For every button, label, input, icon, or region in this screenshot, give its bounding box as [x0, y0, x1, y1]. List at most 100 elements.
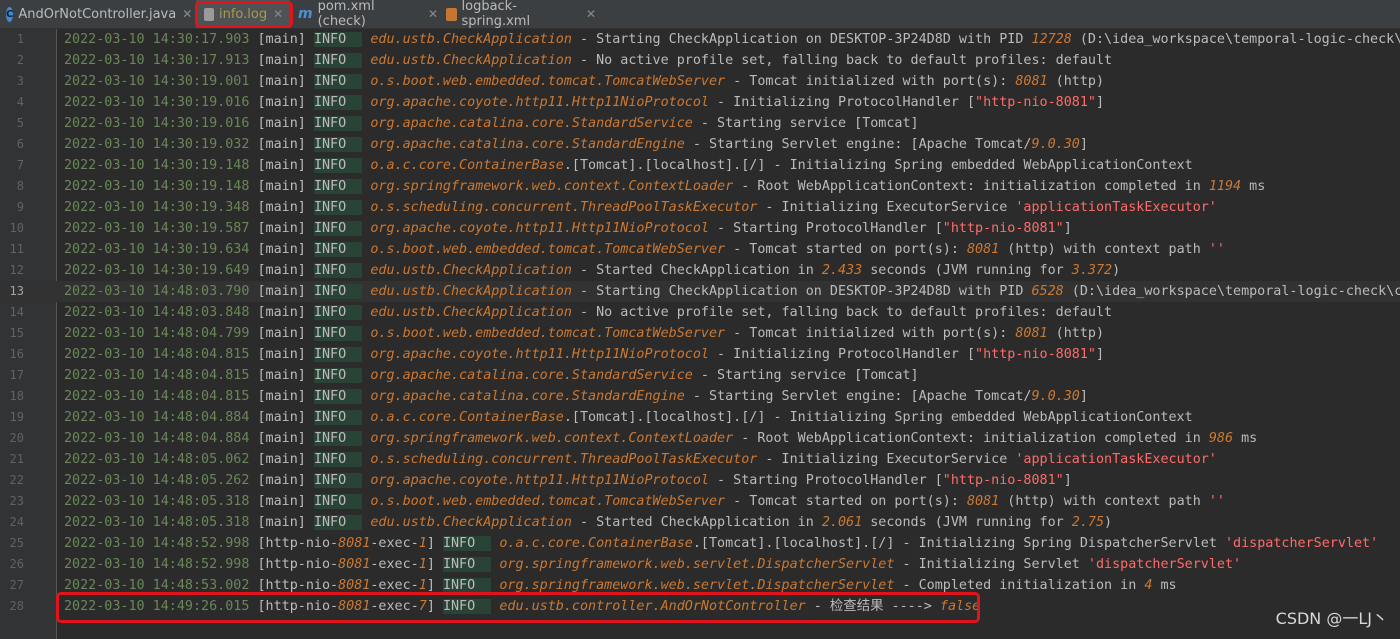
log-line[interactable]: 19 2022-03-10 14:48:04.884 [main] INFO o.…: [0, 407, 1400, 428]
log-line[interactable]: 7 2022-03-10 14:30:19.148 [main] INFO o.a…: [0, 155, 1400, 176]
line-number: 7: [16, 158, 24, 172]
line-number: 14: [9, 305, 24, 319]
log-thread: [main]: [257, 53, 306, 68]
log-line[interactable]: 18 2022-03-10 14:48:04.815 [main] INFO or…: [0, 386, 1400, 407]
log-thread: [main]: [257, 221, 306, 236]
log-line[interactable]: 25 2022-03-10 14:48:52.998 [http-nio-8081…: [0, 533, 1400, 554]
log-thread: [main]: [257, 389, 306, 404]
text-token: ): [1112, 263, 1121, 278]
tab-andornotcontroller[interactable]: C AndOrNotController.java ✕: [6, 0, 192, 28]
logger-name: edu.ustb.CheckApplication: [370, 515, 572, 530]
text-token: (http): [1047, 326, 1105, 341]
line-number: 5: [16, 116, 24, 130]
log-line[interactable]: 16 2022-03-10 14:48:04.815 [main] INFO or…: [0, 344, 1400, 365]
text-token: - Starting ProtocolHandler [: [708, 221, 943, 236]
log-line[interactable]: 1 2022-03-10 14:30:17.903 [main] INFO edu…: [0, 29, 1400, 50]
logger-name: org.apache.coyote.http11.Http11NioProtoc…: [370, 95, 709, 110]
log-line[interactable]: 8 2022-03-10 14:30:19.148 [main] INFO org…: [0, 176, 1400, 197]
log-line[interactable]: 2 2022-03-10 14:30:17.913 [main] INFO edu…: [0, 50, 1400, 71]
log-level: INFO: [313, 368, 363, 383]
log-timestamp: 2022-03-10 14:48:04.815: [64, 347, 250, 362]
text-token: ms: [1233, 431, 1258, 446]
logger-name: edu.ustb.CheckApplication: [370, 284, 572, 299]
tab-logback-spring-xml[interactable]: logback-spring.xml ✕: [446, 0, 596, 29]
log-line-text: 2022-03-10 14:30:19.649 [main] INFO edu.…: [64, 260, 1120, 281]
log-line-text: 2022-03-10 14:48:05.318 [main] INFO edu.…: [64, 512, 1112, 533]
log-timestamp: 2022-03-10 14:48:03.790: [64, 284, 250, 299]
text-token: - Initializing Servlet: [894, 557, 1088, 572]
log-line[interactable]: 17 2022-03-10 14:48:04.815 [main] INFO or…: [0, 365, 1400, 386]
log-line[interactable]: 14 2022-03-10 14:48:03.848 [main] INFO ed…: [0, 302, 1400, 323]
text-token: -exec-: [370, 536, 419, 551]
log-timestamp: 2022-03-10 14:30:19.016: [64, 116, 250, 131]
line-number: 25: [9, 536, 24, 550]
log-line[interactable]: 15 2022-03-10 14:48:04.799 [main] INFO o.…: [0, 323, 1400, 344]
log-timestamp: 2022-03-10 14:30:19.148: [64, 158, 250, 173]
number-token: 3.372: [1071, 263, 1113, 278]
log-line[interactable]: 20 2022-03-10 14:48:04.884 [main] INFO or…: [0, 428, 1400, 449]
log-line[interactable]: 6 2022-03-10 14:30:19.032 [main] INFO org…: [0, 134, 1400, 155]
log-thread: [main]: [257, 179, 306, 194]
line-number: 23: [9, 494, 24, 508]
log-line[interactable]: 24 2022-03-10 14:48:05.318 [main] INFO ed…: [0, 512, 1400, 533]
log-message: - Initializing ExecutorService 'applicat…: [757, 200, 1216, 215]
logger-name: edu.ustb.CheckApplication: [370, 263, 572, 278]
tab-highlight-box: [195, 1, 293, 28]
number-token: 1: [418, 536, 427, 551]
close-icon[interactable]: ✕: [182, 7, 192, 21]
close-icon[interactable]: ✕: [586, 7, 596, 21]
log-line[interactable]: 26 2022-03-10 14:48:52.998 [http-nio-8081…: [0, 554, 1400, 575]
log-level: INFO: [313, 179, 363, 194]
log-line[interactable]: 22 2022-03-10 14:48:05.262 [main] INFO or…: [0, 470, 1400, 491]
log-line-text: 2022-03-10 14:30:17.913 [main] INFO edu.…: [64, 50, 1112, 71]
log-line-text: 2022-03-10 14:48:04.815 [main] INFO org.…: [64, 365, 919, 386]
log-timestamp: 2022-03-10 14:48:04.884: [64, 431, 250, 446]
logger-name: org.apache.coyote.http11.Http11NioProtoc…: [370, 347, 709, 362]
log-line[interactable]: 3 2022-03-10 14:30:19.001 [main] INFO o.s…: [0, 71, 1400, 92]
log-line[interactable]: 23 2022-03-10 14:48:05.318 [main] INFO o.…: [0, 491, 1400, 512]
log-line[interactable]: 21 2022-03-10 14:48:05.062 [main] INFO o.…: [0, 449, 1400, 470]
log-line-text: 2022-03-10 14:48:05.262 [main] INFO org.…: [64, 470, 1072, 491]
string-token: "http-nio-8081": [975, 95, 1096, 110]
log-thread: [main]: [257, 305, 306, 320]
log-line[interactable]: 10 2022-03-10 14:30:19.587 [main] INFO or…: [0, 218, 1400, 239]
log-thread: [main]: [257, 515, 306, 530]
log-line[interactable]: 9 2022-03-10 14:30:19.348 [main] INFO o.s…: [0, 197, 1400, 218]
log-level: INFO: [442, 557, 492, 572]
log-thread: [main]: [257, 137, 306, 152]
logger-name: o.s.boot.web.embedded.tomcat.TomcatWebSe…: [370, 74, 726, 89]
log-line[interactable]: 12 2022-03-10 14:30:19.649 [main] INFO ed…: [0, 260, 1400, 281]
text-token: - Root WebApplicationContext: initializa…: [733, 179, 1209, 194]
logger-name: edu.ustb.CheckApplication: [370, 53, 572, 68]
log-line-text: 2022-03-10 14:48:52.998 [http-nio-8081-e…: [64, 554, 1241, 575]
log-timestamp: 2022-03-10 14:30:19.649: [64, 263, 250, 278]
tab-pom-xml[interactable]: m pom.xml (check) ✕: [298, 0, 438, 29]
log-timestamp: 2022-03-10 14:48:05.262: [64, 473, 250, 488]
number-token: 8081: [338, 578, 371, 593]
log-line-text: 2022-03-10 14:48:03.790 [main] INFO edu.…: [64, 281, 1400, 302]
logger-name: org.springframework.web.servlet.Dispatch…: [499, 557, 895, 572]
log-line[interactable]: 5 2022-03-10 14:30:19.016 [main] INFO org…: [0, 113, 1400, 134]
text-token: - Tomcat started on port(s):: [725, 494, 967, 509]
line-number: 15: [9, 326, 24, 340]
line-number: 9: [16, 200, 24, 214]
log-editor[interactable]: 1 2022-03-10 14:30:17.903 [main] INFO edu…: [0, 29, 1400, 639]
text-token: ]: [1063, 221, 1072, 236]
logger-name: o.s.scheduling.concurrent.ThreadPoolTask…: [370, 452, 758, 467]
number-token: 2.433: [821, 263, 863, 278]
log-message: - Tomcat initialized with port(s): 8081 …: [725, 74, 1104, 89]
log-message: - Root WebApplicationContext: initializa…: [733, 179, 1265, 194]
text-token: - Starting CheckApplication on DESKTOP-3…: [571, 284, 1032, 299]
log-line[interactable]: 4 2022-03-10 14:30:19.016 [main] INFO org…: [0, 92, 1400, 113]
log-line[interactable]: 11 2022-03-10 14:30:19.634 [main] INFO o.…: [0, 239, 1400, 260]
log-line[interactable]: 13 2022-03-10 14:48:03.790 [main] INFO ed…: [0, 281, 1400, 302]
number-token: 6528: [1031, 284, 1064, 299]
close-icon[interactable]: ✕: [428, 7, 438, 21]
log-line-text: 2022-03-10 14:30:19.587 [main] INFO org.…: [64, 218, 1072, 239]
log-thread: [main]: [257, 410, 306, 425]
log-message: - Starting ProtocolHandler ["http-nio-80…: [709, 473, 1072, 488]
log-message: - Completed initialization in 4 ms: [894, 578, 1176, 593]
log-level: INFO: [313, 284, 363, 299]
log-thread: [main]: [257, 242, 306, 257]
logger-name: o.s.boot.web.embedded.tomcat.TomcatWebSe…: [370, 494, 726, 509]
